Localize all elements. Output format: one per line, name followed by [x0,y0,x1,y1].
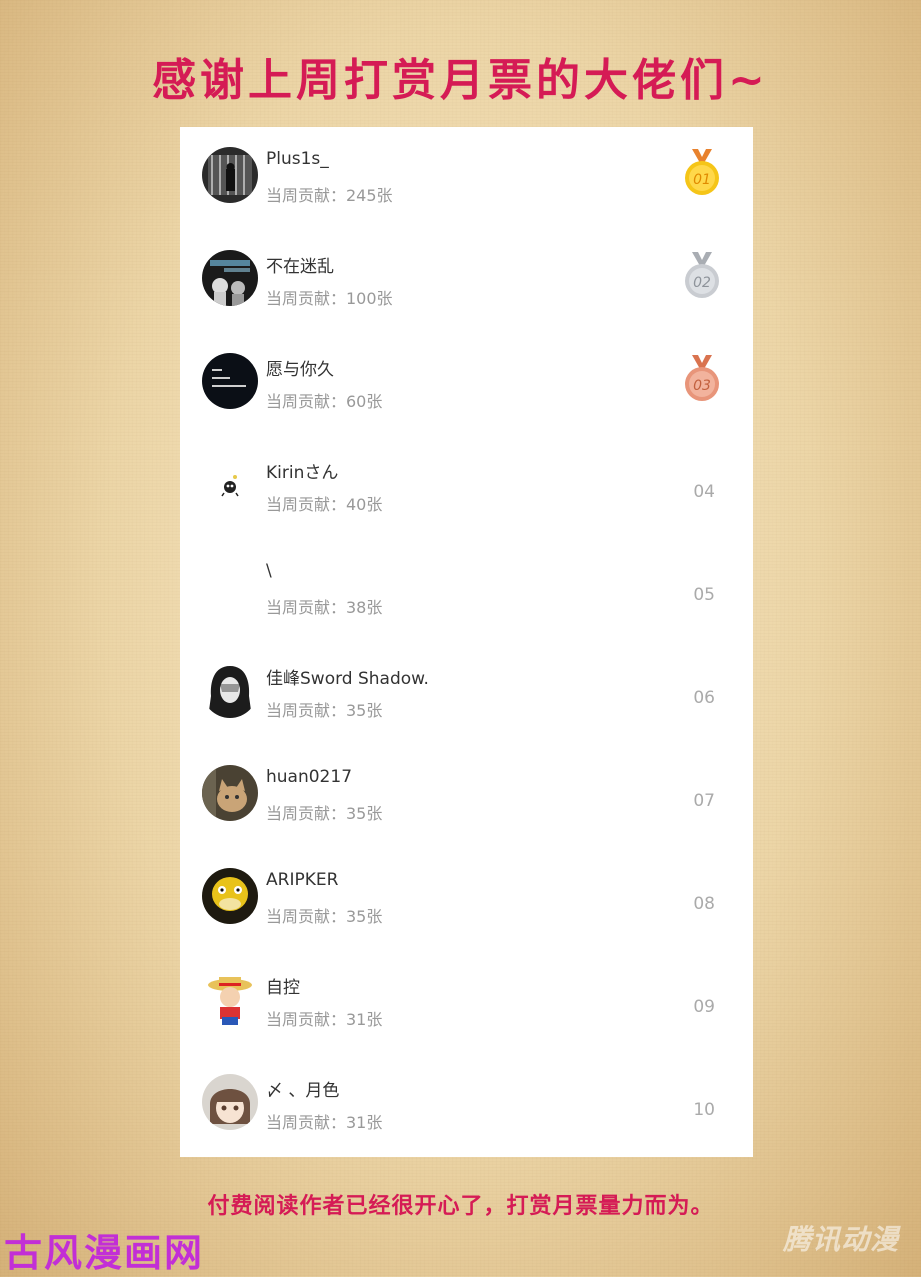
leaderboard-row[interactable]: \ 当周贡献：38张 05 [180,539,753,642]
rank-number: 04 [693,482,715,502]
leaderboard-row[interactable]: 〆 、月色 当周贡献：31张 10 [180,1054,753,1157]
weekly-contribution: 当周贡献：31张 [266,1113,383,1132]
user-name: \ [266,561,272,581]
dark-photo-avatar[interactable] [202,147,258,203]
weekly-contribution: 当周贡献：38张 [266,598,383,617]
svg-text:01: 01 [693,172,711,188]
leaderboard-card: Plus1s_ 当周贡献：245张 01 不在迷乱 当周贡献：100张 02 愿… [180,127,753,1157]
leaderboard-row[interactable]: Plus1s_ 当周贡献：245张 01 [180,127,753,230]
weekly-contribution: 当周贡献：245张 [266,186,393,205]
svg-text:03: 03 [693,378,711,394]
platform-watermark: 腾讯动漫 [782,1223,899,1256]
page-title: 感谢上周打赏月票的大佬们~ [152,55,769,106]
rank-number: 06 [693,688,715,708]
straw-hat-cartoon-avatar[interactable] [202,971,258,1027]
blank-avatar[interactable] [202,559,258,615]
tiny-creature-avatar[interactable] [202,456,258,512]
weekly-contribution: 当周贡献：60张 [266,392,383,411]
rank-number: 08 [693,894,715,914]
gold-medal-icon: 01 [682,149,722,197]
rank-number: 09 [693,997,715,1017]
user-name: 愿与你久 [266,360,334,380]
user-name: 佳峰Sword Shadow. [266,669,429,689]
dark-text-avatar[interactable] [202,250,258,306]
weekly-contribution: 当周贡献：31张 [266,1010,383,1029]
leaderboard-row[interactable]: Kirinさん 当周贡献：40张 04 [180,436,753,539]
site-watermark: 古风漫画网 [4,1231,205,1275]
user-name: 自控 [266,978,300,998]
weekly-contribution: 当周贡献：40张 [266,495,383,514]
user-name: huan0217 [266,767,353,787]
leaderboard-row[interactable]: 愿与你久 当周贡献：60张 03 [180,333,753,436]
leaderboard-row[interactable]: 佳峰Sword Shadow. 当周贡献：35张 06 [180,642,753,745]
weekly-contribution: 当周贡献：35张 [266,907,383,926]
yellow-duck-avatar[interactable] [202,868,258,924]
anime-girl-avatar[interactable] [202,1074,258,1130]
user-name: 〆 、月色 [266,1081,340,1101]
svg-text:02: 02 [693,275,711,291]
rank-number: 07 [693,791,715,811]
leaderboard-row[interactable]: 不在迷乱 当周贡献：100张 02 [180,230,753,333]
hooded-figure-avatar[interactable] [202,662,258,718]
leaderboard-row[interactable]: ARIPKER 当周贡献：35张 08 [180,848,753,951]
leaderboard-row[interactable]: 自控 当周贡献：31张 09 [180,951,753,1054]
weekly-contribution: 当周贡献：100张 [266,289,393,308]
rank-number: 05 [693,585,715,605]
user-name: Plus1s_ [266,149,329,169]
weekly-contribution: 当周贡献：35张 [266,804,383,823]
user-name: Kirinさん [266,463,339,483]
cat-avatar[interactable] [202,765,258,821]
user-name: 不在迷乱 [266,257,334,277]
silver-medal-icon: 02 [682,252,722,300]
rank-number: 10 [693,1100,715,1120]
weekly-contribution: 当周贡献：35张 [266,701,383,720]
leaderboard-row[interactable]: huan0217 当周贡献：35张 07 [180,745,753,848]
black-text-avatar[interactable] [202,353,258,409]
footer-note: 付费阅读作者已经很开心了，打赏月票量力而为。 [207,1194,714,1219]
bronze-medal-icon: 03 [682,355,722,403]
user-name: ARIPKER [266,870,339,890]
